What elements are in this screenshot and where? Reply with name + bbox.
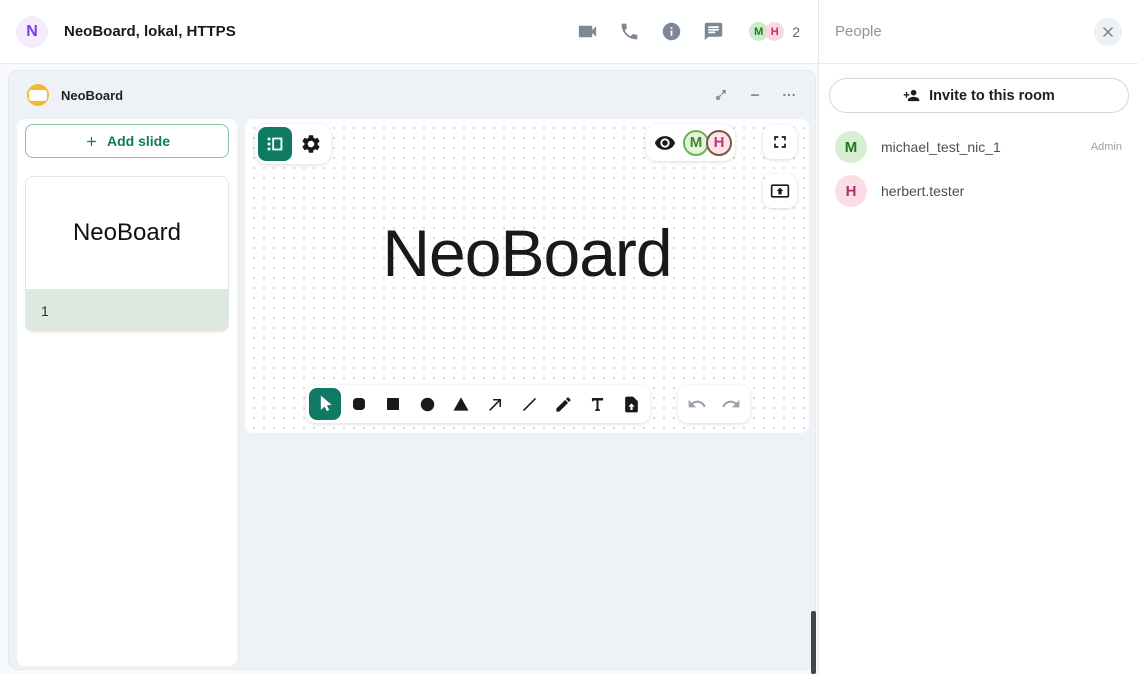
drawing-toolbar	[306, 385, 650, 423]
history-toolbar	[678, 385, 750, 423]
arrow-icon	[486, 395, 505, 414]
fullscreen-icon	[770, 132, 790, 152]
rounded-square-icon	[350, 395, 368, 413]
arrow-tool-button[interactable]	[479, 388, 511, 420]
chat-icon[interactable]	[701, 20, 725, 44]
people-panel-header: People	[819, 0, 1138, 64]
select-tool-button[interactable]	[309, 388, 341, 420]
undo-button[interactable]	[681, 388, 713, 420]
timeline-scrollbar[interactable]	[811, 611, 816, 674]
room-header: N NeoBoard, lokal, HTTPS M H 2	[0, 0, 818, 64]
gear-icon	[300, 133, 322, 155]
widget-header: NeoBoard	[9, 71, 815, 119]
slide-number: 1	[26, 289, 228, 332]
fullscreen-button[interactable]	[763, 125, 797, 159]
layout-icon	[264, 133, 286, 155]
settings-button[interactable]	[294, 127, 328, 161]
present-upload-icon	[770, 181, 790, 201]
rounded-rectangle-tool-button[interactable]	[343, 388, 375, 420]
room-title: NeoBoard, lokal, HTTPS	[64, 23, 236, 40]
member-list: M michael_test_nic_1 Admin H herbert.tes…	[819, 125, 1138, 213]
pencil-icon	[554, 395, 573, 414]
redo-icon	[721, 394, 741, 414]
videocam-icon[interactable]	[575, 20, 599, 44]
add-slide-label: Add slide	[107, 133, 170, 149]
info-icon[interactable]	[659, 20, 683, 44]
member-row[interactable]: M michael_test_nic_1 Admin	[819, 125, 1138, 169]
slide-thumbnail[interactable]: NeoBoard 1	[25, 176, 229, 332]
ellipse-tool-button[interactable]	[411, 388, 443, 420]
minimize-icon[interactable]	[747, 87, 763, 103]
invite-button[interactable]: Invite to this room	[829, 78, 1129, 113]
redo-button[interactable]	[715, 388, 747, 420]
member-avatar: M	[835, 131, 867, 163]
pen-tool-button[interactable]	[547, 388, 579, 420]
close-icon	[1101, 25, 1115, 39]
image-upload-icon	[622, 395, 641, 414]
member-avatar: H	[835, 175, 867, 207]
triangle-tool-button[interactable]	[445, 388, 477, 420]
slide-overview-button[interactable]	[258, 127, 292, 161]
text-icon	[588, 395, 607, 414]
canvas-settings-toolbar	[255, 124, 331, 164]
upload-image-tool-button[interactable]	[615, 388, 647, 420]
avatar-h: H	[765, 22, 784, 41]
line-icon	[520, 395, 539, 414]
member-name: michael_test_nic_1	[881, 139, 1001, 155]
main-timeline-area: NeoBoard Add slide NeoBoard 1	[0, 64, 818, 674]
phone-icon[interactable]	[617, 20, 641, 44]
whiteboard-canvas[interactable]: NeoBoard M H	[245, 119, 809, 433]
line-tool-button[interactable]	[513, 388, 545, 420]
member-role-badge: Admin	[1091, 141, 1122, 153]
collaborator-avatar-h[interactable]: H	[706, 130, 732, 156]
member-row[interactable]: H herbert.tester	[819, 169, 1138, 213]
member-name: herbert.tester	[881, 183, 964, 199]
plus-icon	[84, 134, 99, 149]
visibility-button[interactable]	[649, 127, 681, 159]
export-button[interactable]	[763, 174, 797, 208]
close-panel-button[interactable]	[1094, 18, 1122, 46]
circle-icon	[418, 395, 437, 414]
neoboard-widget: NeoBoard Add slide NeoBoard 1	[8, 70, 816, 670]
text-tool-button[interactable]	[581, 388, 613, 420]
square-icon	[384, 395, 402, 413]
slides-panel: Add slide NeoBoard 1	[17, 119, 237, 666]
expand-icon[interactable]	[713, 87, 729, 103]
room-avatar[interactable]: N	[16, 16, 48, 48]
eye-icon	[654, 132, 676, 154]
person-add-icon	[903, 87, 920, 104]
undo-icon	[687, 394, 707, 414]
widget-title: NeoBoard	[61, 88, 123, 103]
rectangle-tool-button[interactable]	[377, 388, 409, 420]
invite-button-label: Invite to this room	[929, 88, 1055, 104]
cursor-icon	[315, 394, 335, 414]
more-icon[interactable]	[781, 87, 797, 103]
presence-toolbar: M H	[646, 124, 735, 161]
canvas-text-element[interactable]: NeoBoard	[245, 215, 809, 291]
slide-thumbnail-preview: NeoBoard	[26, 177, 228, 289]
add-slide-button[interactable]: Add slide	[25, 124, 229, 158]
people-panel-title: People	[835, 23, 882, 40]
whiteboard-icon	[27, 84, 49, 106]
triangle-icon	[451, 394, 471, 414]
room-member-facepile[interactable]: M H 2	[749, 22, 800, 41]
member-count: 2	[792, 24, 800, 40]
people-panel: People Invite to this room M michael_tes…	[818, 0, 1138, 674]
